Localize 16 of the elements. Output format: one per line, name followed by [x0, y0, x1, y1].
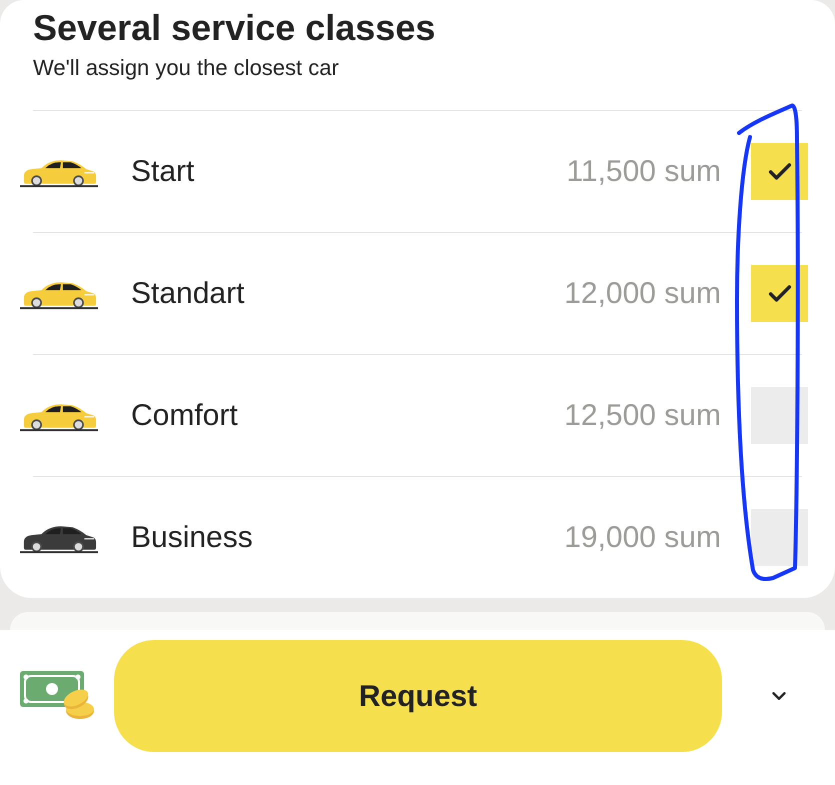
- checkbox[interactable]: [751, 265, 808, 322]
- checkbox[interactable]: [751, 387, 808, 444]
- service-name: Start: [131, 154, 194, 190]
- section-subtitle: We'll assign you the closest car: [33, 54, 340, 82]
- checkbox[interactable]: [751, 509, 808, 566]
- service-name: Comfort: [131, 398, 238, 434]
- price-label: 12,500 sum: [564, 398, 721, 434]
- request-button[interactable]: Request: [114, 640, 722, 752]
- checkbox[interactable]: [751, 143, 808, 200]
- price-label: 19,000 sum: [564, 520, 721, 556]
- price-label: 11,500 sum: [566, 154, 721, 190]
- section-title: Several service classes: [33, 8, 436, 48]
- cash-icon[interactable]: [20, 671, 94, 721]
- service-name: Business: [131, 520, 253, 556]
- price-label: 12,000 sum: [564, 276, 721, 312]
- service-name: Standart: [131, 276, 244, 312]
